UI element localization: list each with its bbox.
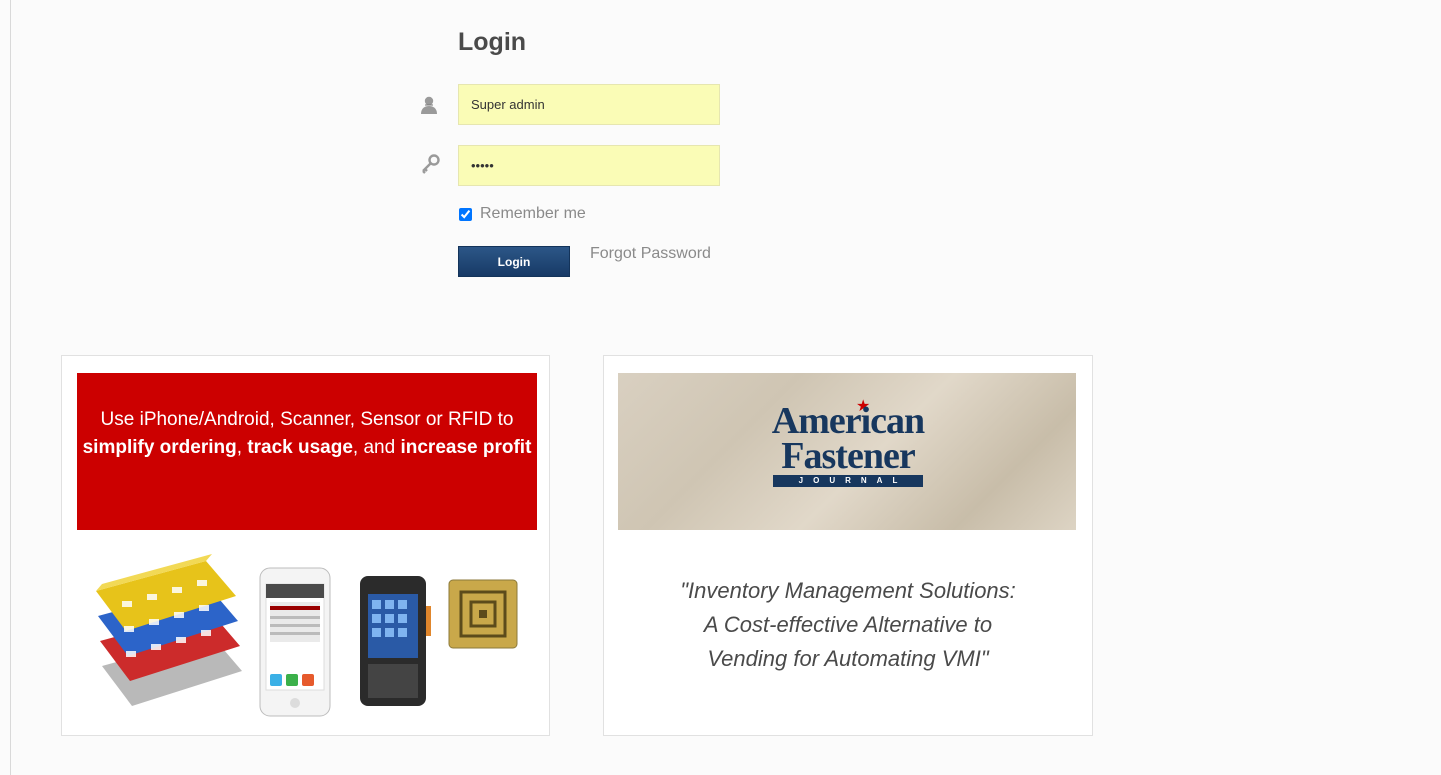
remember-me-label: Remember me [480, 205, 586, 222]
logo-line-1: American [771, 400, 925, 442]
promo-separator: , [236, 437, 248, 458]
promo-card[interactable]: Use iPhone/Android, Scanner, Sensor or R… [61, 355, 550, 736]
promo-emphasis-profit: increase profit [400, 437, 532, 458]
login-page: Login Remember me Login Forgot Password … [0, 0, 1441, 775]
login-button[interactable]: Login [458, 246, 570, 277]
promo-emphasis-usage: track usage [247, 437, 353, 458]
remember-me-checkbox[interactable] [459, 207, 472, 221]
password-input[interactable] [458, 145, 720, 186]
quote-line-1: "Inventory Management Solutions: [680, 578, 1016, 603]
scanner-icon [360, 576, 431, 706]
login-title: Login [458, 28, 527, 56]
rfid-tag-icon [448, 579, 518, 649]
left-divider [10, 0, 11, 775]
forgot-password-link[interactable]: Forgot Password [590, 245, 711, 263]
devices-illustration [96, 554, 518, 717]
key-icon [422, 154, 440, 174]
logo-line-2: Fastener [781, 435, 915, 477]
phone-icon [259, 567, 331, 717]
article-quote: "Inventory Management Solutions: A Cost-… [604, 574, 1092, 676]
promo-separator: , and [352, 437, 401, 458]
journal-banner: ★ American Fastener JOURNAL [618, 373, 1076, 530]
promo-banner: Use iPhone/Android, Scanner, Sensor or R… [77, 373, 537, 530]
journal-logo: American Fastener JOURNAL [762, 400, 934, 487]
remember-me[interactable]: Remember me [459, 205, 586, 223]
promo-emphasis-ordering: simplify ordering [82, 437, 237, 458]
journal-card[interactable]: ★ American Fastener JOURNAL "Inventory M… [603, 355, 1093, 736]
quote-line-2: A Cost-effective Alternative to [703, 612, 993, 637]
promo-text: Use iPhone/Android, Scanner, Sensor or R… [100, 409, 514, 430]
username-input[interactable] [458, 84, 720, 125]
user-icon [421, 96, 437, 114]
quote-line-3: Vending for Automating VMI" [707, 646, 989, 671]
bin-rack-icon [96, 554, 242, 706]
